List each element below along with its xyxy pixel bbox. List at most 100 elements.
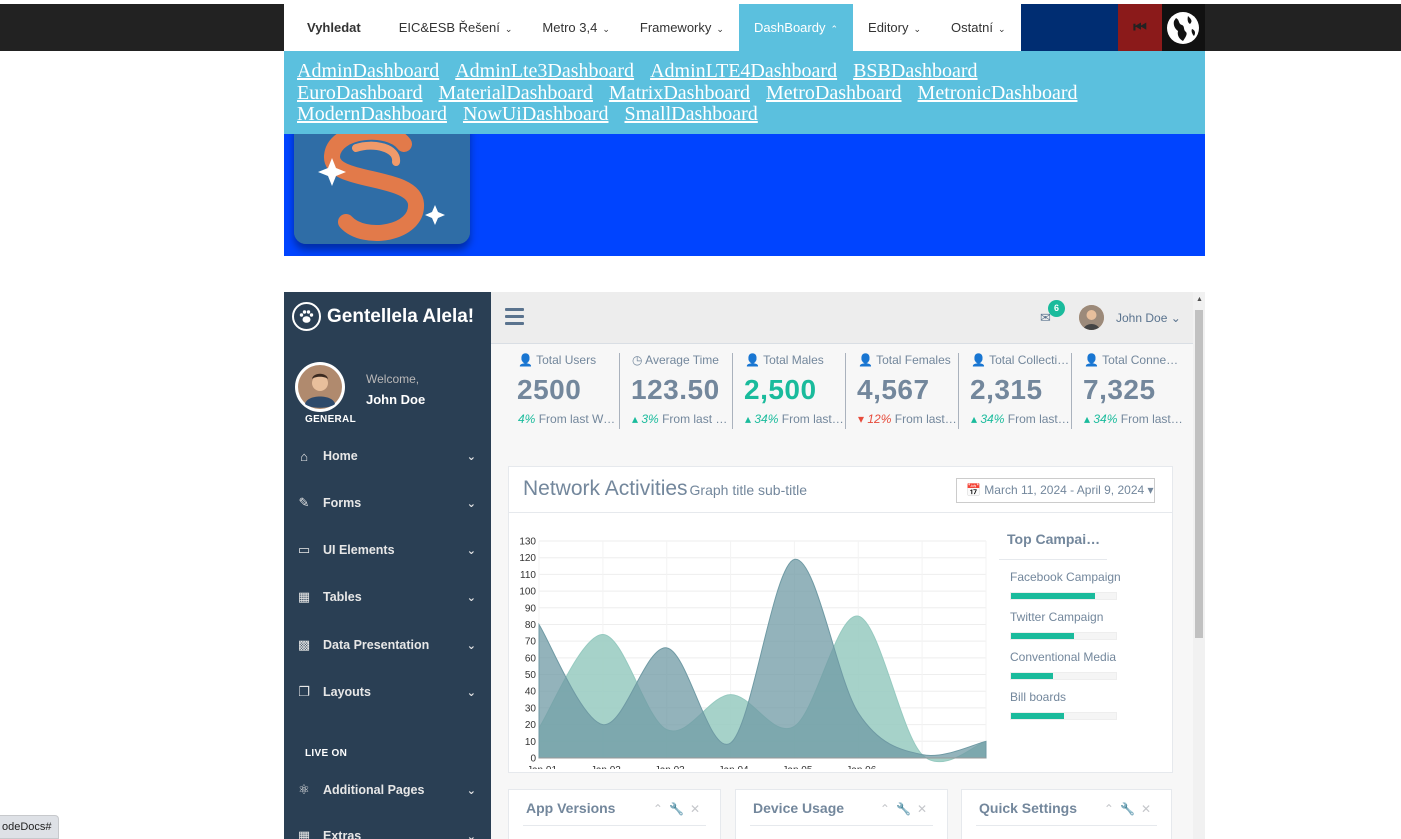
tile-change-text: From last Week xyxy=(538,412,618,426)
dropdown-link[interactable]: MetronicDashboard xyxy=(918,82,1078,104)
hero-banner xyxy=(284,134,1205,256)
fast-backward-icon[interactable]: ⏮ xyxy=(1118,4,1162,51)
wrench-icon[interactable]: 🔧 xyxy=(1120,802,1141,816)
dropdown-link[interactable]: EuroDashboard xyxy=(297,82,423,104)
scrollbar[interactable]: ▲ xyxy=(1193,292,1205,839)
x-tick-label: Jan 03 xyxy=(655,765,685,769)
nav-eic[interactable]: EIC&ESB Řešení ⌄ xyxy=(384,4,528,51)
wrench-icon[interactable]: 🔧 xyxy=(669,802,690,816)
widget-controls[interactable]: ⌃🔧✕ xyxy=(880,802,933,816)
dropdown-link[interactable]: AdminLTE4Dashboard xyxy=(650,60,837,82)
campaign-name: Twitter Campaign xyxy=(1010,610,1104,624)
y-tick-label: 20 xyxy=(525,720,537,731)
sidebar-item-additional-pages[interactable]: ⚛ Additional Pages ⌄ xyxy=(296,778,476,802)
nav-frameworky-label: Frameworky xyxy=(639,20,712,35)
sidebar-item-tables[interactable]: ▦ Tables ⌄ xyxy=(296,585,476,609)
nav-ostatni[interactable]: Ostatní ⌄ xyxy=(936,4,1020,51)
campaign-name: Facebook Campaign xyxy=(1010,570,1121,584)
tile-change-pct: 3% xyxy=(641,412,659,426)
sidebar-item-layouts[interactable]: ❐ Layouts ⌄ xyxy=(296,680,476,704)
user-menu[interactable]: John Doe ⌄ xyxy=(1116,311,1181,325)
user-icon: 👤 xyxy=(518,353,533,367)
chevron-up-icon[interactable]: ⌃ xyxy=(653,802,669,816)
dropdown-link[interactable]: ModernDashboard xyxy=(297,103,447,125)
nav-search-label: Vyhledat xyxy=(307,20,361,35)
chevron-up-icon[interactable]: ⌃ xyxy=(1104,802,1120,816)
widget-title: Quick Settings xyxy=(979,800,1078,816)
tile-total-users: 👤 Total Users 2500 4% From last Week xyxy=(506,353,619,429)
dropdown-link[interactable]: AdminLte3Dashboard xyxy=(455,60,634,82)
sidebar-item-label: Extras xyxy=(323,829,362,839)
tile-label: 👤 Total Collections xyxy=(971,353,1071,367)
menu-toggle-icon[interactable] xyxy=(505,308,524,329)
tile-label-text: Total Collections xyxy=(989,353,1071,367)
date-range-picker[interactable]: 📅 March 11, 2024 - April 9, 2024 ▾ xyxy=(956,478,1155,503)
sidebar-item-extras[interactable]: ▦ Extras ⌄ xyxy=(296,824,476,839)
brand[interactable]: Gentellela Alela! xyxy=(292,302,474,331)
tile-change-pct: 4% xyxy=(518,412,536,426)
network-activities-panel: Network Activities Graph title sub-title … xyxy=(508,466,1173,773)
tile-label-text: Average Time xyxy=(645,353,719,367)
tile-change: ▴ 34% From last Week xyxy=(745,412,845,426)
tile-label: 👤 Total Females xyxy=(858,353,958,367)
chevron-up-icon[interactable]: ⌃ xyxy=(880,802,896,816)
top-campaigns-title: Top Campaign Performance xyxy=(999,523,1107,560)
sort-up-icon: ▴ xyxy=(1084,412,1091,426)
chevron-down-icon: ⌄ xyxy=(504,24,513,34)
wrench-icon[interactable]: 🔧 xyxy=(896,802,917,816)
nav-dashboardy[interactable]: DashBoardy ⌃ xyxy=(738,4,854,51)
sidebar-item-home[interactable]: ⌂ Home ⌄ xyxy=(296,444,476,468)
chevron-down-icon: ⌄ xyxy=(466,591,476,604)
nav-search[interactable]: Vyhledat xyxy=(284,4,384,51)
close-icon[interactable]: ✕ xyxy=(1141,802,1157,816)
clone-icon: ❐ xyxy=(298,684,310,699)
welcome-text: Welcome, xyxy=(366,372,420,386)
divider xyxy=(523,825,706,826)
close-icon[interactable]: ✕ xyxy=(690,802,706,816)
bar-chart-icon: ▩ xyxy=(297,637,311,652)
tile-change: ▴ 34% From last Week xyxy=(1084,412,1184,426)
widget-controls[interactable]: ⌃🔧✕ xyxy=(653,802,706,816)
tile-total-females: 👤 Total Females 4,567 ▾ 12% From last We… xyxy=(845,353,959,429)
campaign-item: Twitter Campaign xyxy=(999,610,1162,640)
sort-up-icon: ▴ xyxy=(745,412,752,426)
chevron-down-icon: ⌄ xyxy=(466,830,476,839)
y-tick-label: 130 xyxy=(519,537,536,548)
tile-change: ▴ 3% From last Week xyxy=(632,412,732,426)
campaign-item: Bill boards xyxy=(999,690,1162,720)
dropdown-link[interactable]: SmallDashboard xyxy=(625,103,758,125)
nav-metro[interactable]: Metro 3,4 ⌄ xyxy=(527,4,624,51)
user-icon: 👤 xyxy=(1084,353,1099,367)
sidebar-item-label: Tables xyxy=(323,590,362,604)
tile-label: 👤 Total Users xyxy=(518,353,618,367)
nav-editory[interactable]: Editory ⌄ xyxy=(853,4,936,51)
nav-spacer xyxy=(1020,4,1119,51)
network-chart: 0 10 20 30 40 50 60 70 80 90 100 110 120 130 Jan 01 Jan… xyxy=(519,537,987,769)
dropdown-link[interactable]: BSBDashboard xyxy=(853,60,977,82)
dropdown-row: AdminDashboard AdminLte3Dashboard AdminLTE… xyxy=(297,60,1192,83)
sidebar-item-label: Additional Pages xyxy=(323,783,425,797)
nav-dashboardy-label: DashBoardy xyxy=(753,20,826,35)
dropdown-link[interactable]: MatrixDashboard xyxy=(609,82,750,104)
widget-controls[interactable]: ⌃🔧✕ xyxy=(1104,802,1157,816)
dropdown-link[interactable]: MetroDashboard xyxy=(766,82,902,104)
dropdown-link[interactable]: NowUiDashboard xyxy=(463,103,609,125)
tile-label: 👤 Total Males xyxy=(745,353,845,367)
avatar[interactable] xyxy=(1079,305,1104,330)
nav-frameworky[interactable]: Frameworky ⌄ xyxy=(625,4,739,51)
sidebar-item-data-presentation[interactable]: ▩ Data Presentation ⌄ xyxy=(296,633,476,657)
dropdown-link[interactable]: AdminDashboard xyxy=(297,60,439,82)
dropdown-link[interactable]: MaterialDashboard xyxy=(439,82,593,104)
sidebar-item-label: UI Elements xyxy=(323,543,395,557)
scroll-up-arrow-icon[interactable]: ▲ xyxy=(1196,296,1203,303)
user-icon: 👤 xyxy=(745,353,760,367)
globe-icon[interactable] xyxy=(1161,4,1205,51)
scrollbar-thumb[interactable] xyxy=(1195,310,1203,638)
close-icon[interactable]: ✕ xyxy=(917,802,933,816)
y-tick-label: 0 xyxy=(530,754,536,765)
profile-name: John Doe xyxy=(366,392,426,407)
campaign-progress xyxy=(1010,712,1117,720)
sidebar-item-forms[interactable]: ✎ Forms ⌄ xyxy=(296,491,476,515)
y-tick-label: 100 xyxy=(519,587,536,598)
sidebar-item-ui-elements[interactable]: ▭ UI Elements ⌄ xyxy=(296,538,476,562)
